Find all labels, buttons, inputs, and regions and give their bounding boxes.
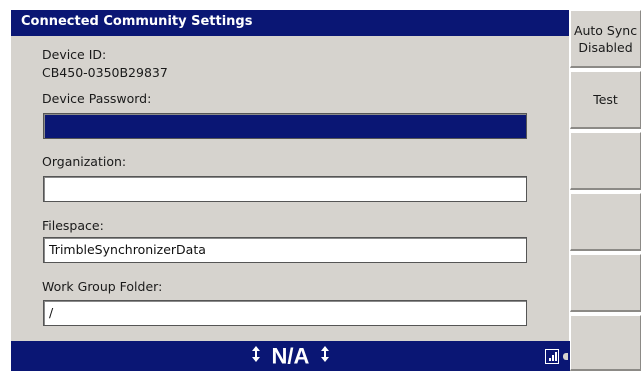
device-id-label: Device ID: [42,47,107,62]
work-group-folder-field[interactable]: / [43,300,527,326]
softkey-column: Auto Sync Disabled Test [570,10,641,371]
corner-indicator [563,353,568,360]
connected-community-screen: Connected Community Settings Device ID: … [0,0,641,371]
work-group-folder-label: Work Group Folder: [42,279,163,294]
softkey-3[interactable] [570,132,641,190]
device-password-field[interactable] [43,113,527,139]
auto-sync-label-line1: Auto Sync [573,22,638,38]
softkey-6[interactable] [570,315,641,371]
auto-sync-label-line2: Disabled [578,39,633,55]
status-value: N/A [271,343,310,369]
up-down-arrow-icon [252,342,261,372]
device-password-label: Device Password: [42,91,152,106]
status-readout: N/A [11,341,570,371]
status-bar: N/A [11,341,570,371]
organization-field[interactable] [43,176,527,202]
auto-sync-button[interactable]: Auto Sync Disabled [570,10,641,68]
signal-strength-icon [545,349,559,364]
up-down-arrow-icon [320,342,329,372]
settings-panel: Connected Community Settings Device ID: … [11,10,569,341]
test-button[interactable]: Test [570,71,641,129]
test-label: Test [593,92,618,107]
organization-label: Organization: [42,154,127,169]
window-title: Connected Community Settings [11,10,569,36]
softkey-4[interactable] [570,193,641,251]
device-id-value: CB450-0350B29837 [42,65,168,80]
filespace-label: Filespace: [42,218,104,233]
softkey-5[interactable] [570,254,641,312]
filespace-field[interactable]: TrimbleSynchronizerData [43,237,527,263]
